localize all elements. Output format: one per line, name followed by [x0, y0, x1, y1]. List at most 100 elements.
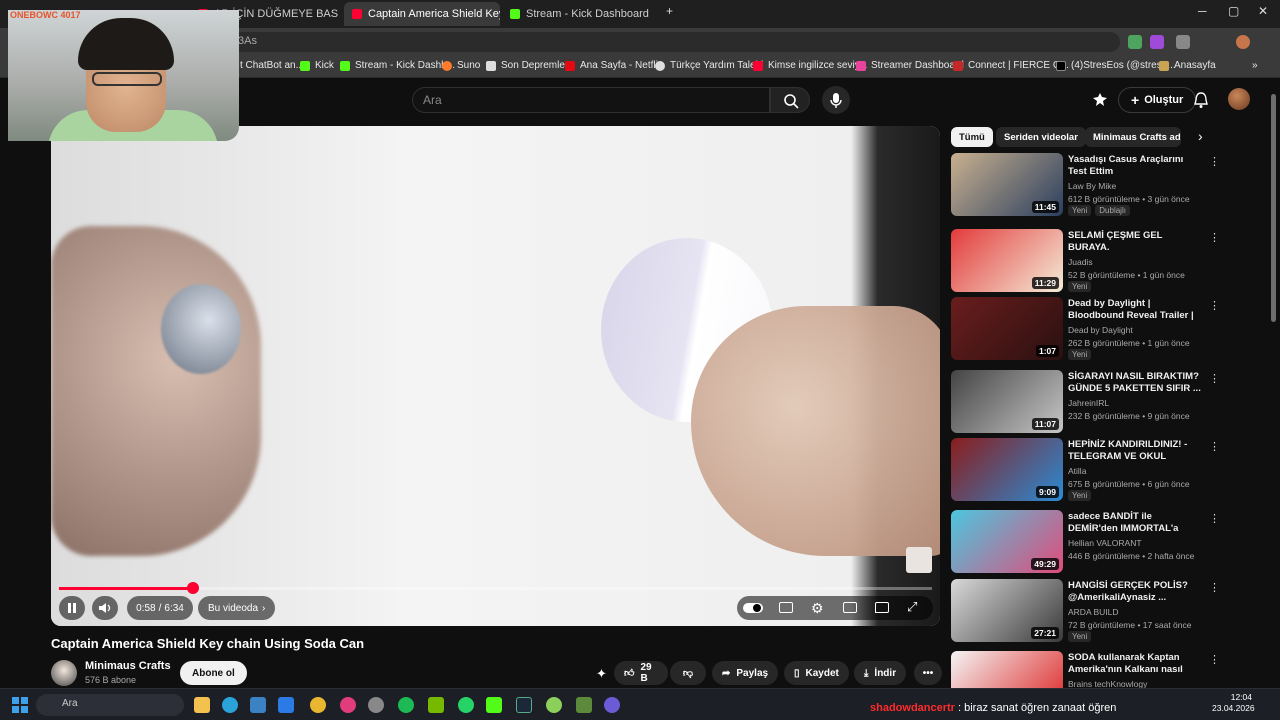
recommendation-thumbnail[interactable]: 11:45: [951, 153, 1063, 216]
bookmark-item[interactable]: (4)StresEos (@strese...: [1056, 60, 1176, 71]
create-button[interactable]: + Oluştur: [1118, 87, 1197, 113]
steam-icon[interactable]: [516, 697, 532, 713]
recommendation-channel[interactable]: Law By Mike: [1068, 181, 1116, 191]
dislike-button[interactable]: 👎︎: [670, 661, 706, 685]
more-vertical-icon[interactable]: ⋮: [1209, 512, 1220, 525]
bookmark-item[interactable]: t ChatBot an...: [240, 60, 304, 71]
chevron-right-icon[interactable]: ›: [1198, 128, 1203, 144]
search-button[interactable]: [770, 87, 810, 113]
chip-channel[interactable]: Minimaus Crafts adlı: [1085, 127, 1181, 147]
pause-button[interactable]: [59, 596, 85, 620]
taskbar-search[interactable]: Ara: [36, 694, 184, 716]
system-clock[interactable]: 12:04 23.04.2026: [1212, 692, 1255, 714]
recommendation-title[interactable]: Yasadışı Casus Araçlarını Test Ettim: [1068, 154, 1204, 178]
recommendation-item[interactable]: 1:07 Dead by Daylight | Bloodbound Reveal…: [951, 297, 1221, 363]
close-icon[interactable]: ✕: [338, 8, 340, 21]
subtitles-icon[interactable]: [779, 602, 793, 613]
settings-gear-icon[interactable]: ⚙: [811, 600, 824, 617]
chip-series[interactable]: Seriden videolar: [996, 127, 1086, 147]
bookmark-item[interactable]: Anasayfa: [1159, 60, 1216, 71]
channel-name[interactable]: Minimaus Crafts: [85, 660, 171, 672]
share-button[interactable]: ➦ Paylaş: [712, 661, 779, 685]
miniplayer-icon[interactable]: [843, 602, 857, 613]
channel-avatar[interactable]: [51, 660, 77, 686]
minecraft-icon[interactable]: [576, 697, 592, 713]
file-explorer-icon[interactable]: [194, 697, 210, 713]
autoplay-toggle[interactable]: [743, 603, 763, 613]
recommendation-channel[interactable]: Juadis: [1068, 257, 1093, 267]
puzzle-icon[interactable]: [1176, 35, 1190, 49]
bookmark-item[interactable]: Streamer Dashboard: [856, 60, 964, 71]
notifications-bell-icon[interactable]: [1193, 91, 1209, 114]
tab-active[interactable]: Captain America Shield Key ✕: [344, 2, 500, 26]
recommendation-channel[interactable]: Dead by Daylight: [1068, 325, 1133, 335]
recommendation-item[interactable]: 27:21 HANGİSİ GERÇEK POLİS? @AmerikaliAyn…: [951, 579, 1221, 645]
more-vertical-icon[interactable]: ⋮: [1209, 653, 1220, 666]
close-window-button[interactable]: ✕: [1258, 4, 1268, 18]
recommendation-thumbnail[interactable]: 1:07: [951, 297, 1063, 360]
obs-icon[interactable]: [368, 697, 384, 713]
recommendation-item[interactable]: 9:09 HEPİNİZ KANDIRILDINIZ! - TELEGRAM VE…: [951, 438, 1221, 504]
cast-icon[interactable]: [875, 602, 889, 613]
chrome-icon[interactable]: [310, 697, 326, 713]
bookmark-item[interactable]: Kimse ingilizce seviy...: [753, 60, 867, 71]
more-vertical-icon[interactable]: ⋮: [1209, 372, 1220, 385]
recommendation-thumbnail[interactable]: 49:29: [951, 510, 1063, 573]
whatsapp-icon[interactable]: [458, 697, 474, 713]
spotify-icon[interactable]: [398, 697, 414, 713]
opera-icon[interactable]: [340, 697, 356, 713]
recommendation-title[interactable]: SELAMİ ÇEŞME GEL BURAYA.: [1068, 230, 1204, 254]
bookmark-item[interactable]: Suno: [442, 60, 480, 71]
recommendation-thumbnail[interactable]: 11:07: [951, 370, 1063, 433]
bookmark-item[interactable]: Ana Sayfa - Netflix: [565, 60, 663, 71]
recommendation-title[interactable]: sadece BANDİT ile DEMİR'den IMMORTAL'a ç…: [1068, 511, 1204, 536]
like-button[interactable]: 👍︎ 29 B: [614, 661, 668, 685]
new-tab-button[interactable]: +: [666, 4, 673, 18]
mail-icon[interactable]: [278, 697, 294, 713]
recommendation-thumbnail[interactable]: 11:29: [951, 229, 1063, 292]
recommendation-channel[interactable]: Hellian VALORANT: [1068, 538, 1142, 548]
bookmark-item[interactable]: Türkçe Yardım Talebi: [655, 60, 763, 71]
ask-ai-icon[interactable]: ✦: [596, 666, 607, 682]
bookmark-item[interactable]: Son Depremler: [486, 60, 568, 71]
recommendation-item[interactable]: 49:29 sadece BANDİT ile DEMİR'den IMMORTA…: [951, 510, 1221, 576]
recommendation-channel[interactable]: ARDA BUILD: [1068, 607, 1119, 617]
recommendation-item[interactable]: 11:07 SİGARAYI NASIL BIRAKTIM? GÜNDE 5 PA…: [951, 370, 1221, 436]
more-vertical-icon[interactable]: ⋮: [1209, 155, 1220, 168]
recommendation-title[interactable]: Dead by Daylight | Bloodbound Reveal Tra…: [1068, 298, 1204, 323]
windows-start-icon[interactable]: [12, 697, 28, 713]
extension-icon[interactable]: [1128, 35, 1142, 49]
recommendation-title[interactable]: SODA kullanarak Kaptan Amerika'nın Kalka…: [1068, 652, 1204, 677]
kick-icon[interactable]: [486, 697, 502, 713]
maximize-button[interactable]: ▢: [1228, 4, 1239, 18]
nvidia-icon[interactable]: [428, 697, 444, 713]
fullscreen-icon[interactable]: ⤢: [907, 599, 917, 615]
app-icon[interactable]: [546, 697, 562, 713]
omnibox[interactable]: 3As: [230, 32, 1120, 52]
recommendation-thumbnail[interactable]: 9:09: [951, 438, 1063, 501]
more-vertical-icon[interactable]: ⋮: [1209, 440, 1220, 453]
more-actions-button[interactable]: •••: [914, 661, 942, 685]
edge-icon[interactable]: [222, 697, 238, 713]
video-player[interactable]: 0:58 / 6:34 Bu videoda › ⚙ ⤢: [51, 126, 940, 626]
bookmark-item[interactable]: Connect | FIERCE G...: [953, 60, 1069, 71]
recommendation-item[interactable]: 11:45 Yasadışı Casus Araçlarını Test Etti…: [951, 153, 1221, 219]
recommendation-title[interactable]: HANGİSİ GERÇEK POLİS? @AmerikaliAynasiz …: [1068, 580, 1204, 604]
progress-scrubber[interactable]: [186, 582, 199, 594]
download-button[interactable]: ⤓ İndir: [854, 661, 907, 685]
search-input[interactable]: Ara: [412, 87, 770, 113]
recommendation-title[interactable]: SİGARAYI NASIL BIRAKTIM? GÜNDE 5 PAKETTE…: [1068, 371, 1204, 395]
recommendation-channel[interactable]: Atilla: [1068, 466, 1086, 476]
app-icon[interactable]: [604, 697, 620, 713]
chip-all[interactable]: Tümü: [951, 127, 993, 147]
subscribe-button[interactable]: Abone ol: [180, 661, 247, 685]
bookmark-item[interactable]: Stream - Kick Dashb...: [340, 60, 455, 71]
page-scrollbar[interactable]: [1271, 94, 1276, 322]
recommendation-title[interactable]: HEPİNİZ KANDIRILDINIZ! - TELEGRAM VE OKU…: [1068, 439, 1204, 464]
extension-icon[interactable]: [1150, 35, 1164, 49]
more-vertical-icon[interactable]: ⋮: [1209, 231, 1220, 244]
chapters-button[interactable]: Bu videoda ›: [198, 596, 276, 620]
tab-3[interactable]: Stream - Kick Dashboard ✕: [502, 2, 656, 26]
voice-search-button[interactable]: [822, 86, 850, 114]
channel-watermark[interactable]: [906, 547, 932, 573]
